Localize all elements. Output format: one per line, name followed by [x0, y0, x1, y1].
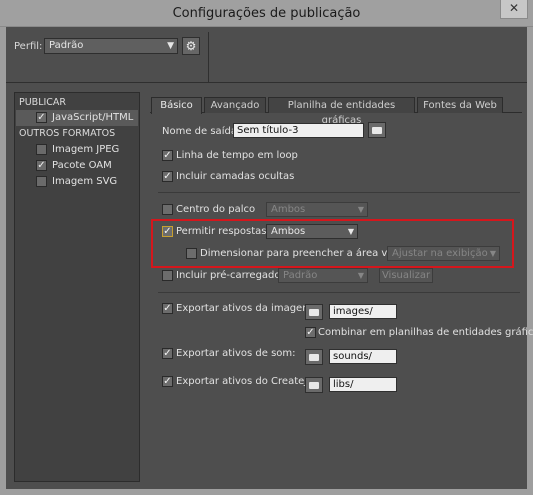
divider	[6, 82, 527, 83]
divider	[158, 192, 520, 193]
folder-icon[interactable]	[305, 349, 323, 365]
window-frame-bottom	[0, 489, 533, 495]
profile-select[interactable]: Padrão ▼	[44, 38, 178, 54]
list-item-label: JavaScript/HTML	[52, 112, 134, 123]
preloader-value: Padrão	[283, 270, 318, 281]
list-item-label: Imagem JPEG	[52, 144, 120, 155]
sounds-path-input[interactable]: sounds/	[329, 349, 397, 364]
profile-label: Perfil:	[14, 41, 43, 52]
output-name-input[interactable]: Sem título-3	[233, 123, 364, 138]
list-item-javascript-html[interactable]: ✓ JavaScript/HTML	[16, 110, 138, 126]
folder-icon[interactable]	[305, 377, 323, 393]
javascript-html-checkbox[interactable]: ✓	[36, 112, 47, 123]
publish-section-header: PUBLICAR	[19, 97, 67, 108]
createjs-path-input[interactable]: libs/	[329, 377, 397, 392]
close-button[interactable]: ✕	[500, 0, 528, 19]
list-item-label: Pacote OAM	[52, 160, 112, 171]
chevron-down-icon: ▼	[167, 41, 174, 51]
gear-icon: ⚙	[185, 39, 197, 53]
tab-avancado[interactable]: Avançado	[204, 97, 266, 113]
tab-fontes-web[interactable]: Fontes da Web	[417, 97, 503, 113]
export-sounds-label: Exportar ativos de som:	[176, 348, 296, 359]
hidden-layers-label: Incluir camadas ocultas	[176, 171, 295, 182]
center-stage-value: Ambos	[271, 204, 306, 215]
publish-target-list: PUBLICAR ✓ JavaScript/HTML OUTROS FORMAT…	[14, 92, 140, 482]
list-item-label: Imagem SVG	[52, 176, 118, 187]
preloader-label: Incluir pré-carregador	[176, 270, 285, 281]
window-frame-left	[0, 27, 6, 495]
list-item-jpeg[interactable]: Imagem JPEG	[16, 142, 138, 158]
divider	[208, 32, 209, 82]
profile-value: Padrão	[49, 40, 84, 51]
export-createjs-checkbox[interactable]: ✓	[162, 376, 173, 387]
preloader-select[interactable]: Padrão ▼	[278, 268, 368, 283]
jpeg-checkbox[interactable]	[36, 144, 47, 155]
oam-checkbox[interactable]: ✓	[36, 160, 47, 171]
svg-checkbox[interactable]	[36, 176, 47, 187]
profile-options-button[interactable]: ⚙	[182, 37, 200, 55]
divider	[158, 292, 520, 293]
export-images-label: Exportar ativos da imagem:	[176, 303, 316, 314]
close-icon: ✕	[508, 1, 520, 15]
list-item-oam[interactable]: ✓ Pacote OAM	[16, 158, 138, 174]
chevron-down-icon: ▼	[357, 271, 364, 280]
export-images-checkbox[interactable]: ✓	[162, 303, 173, 314]
folder-icon[interactable]	[368, 122, 386, 138]
chevron-down-icon: ▼	[357, 205, 364, 214]
center-stage-checkbox[interactable]	[162, 204, 173, 215]
output-name-label: Nome de saída:	[162, 126, 241, 137]
export-sounds-checkbox[interactable]: ✓	[162, 348, 173, 359]
loop-checkbox[interactable]: ✓	[162, 150, 173, 161]
tab-basico[interactable]: Básico	[151, 97, 202, 114]
loop-label: Linha de tempo em loop	[176, 150, 298, 161]
other-formats-header: OUTROS FORMATOS	[19, 128, 116, 139]
center-stage-select[interactable]: Ambos ▼	[266, 202, 368, 217]
folder-icon[interactable]	[305, 304, 323, 320]
combine-sprites-label: Combinar em planilhas de entidades gráfi…	[318, 327, 533, 338]
preview-button[interactable]: Visualizar	[379, 268, 433, 283]
preloader-checkbox[interactable]	[162, 270, 173, 281]
list-item-svg[interactable]: Imagem SVG	[16, 174, 138, 190]
center-stage-label: Centro do palco	[176, 204, 256, 215]
combine-sprites-checkbox[interactable]: ✓	[305, 327, 316, 338]
hidden-layers-checkbox[interactable]: ✓	[162, 171, 173, 182]
highlight-box	[151, 219, 514, 268]
window-frame-right	[527, 27, 533, 495]
tab-planilha[interactable]: Planilha de entidades gráficas	[268, 97, 415, 126]
export-createjs-label: Exportar ativos do CreateJS:	[176, 376, 317, 387]
window-title: Configurações de publicação	[172, 6, 361, 21]
images-path-input[interactable]: images/	[329, 304, 397, 319]
